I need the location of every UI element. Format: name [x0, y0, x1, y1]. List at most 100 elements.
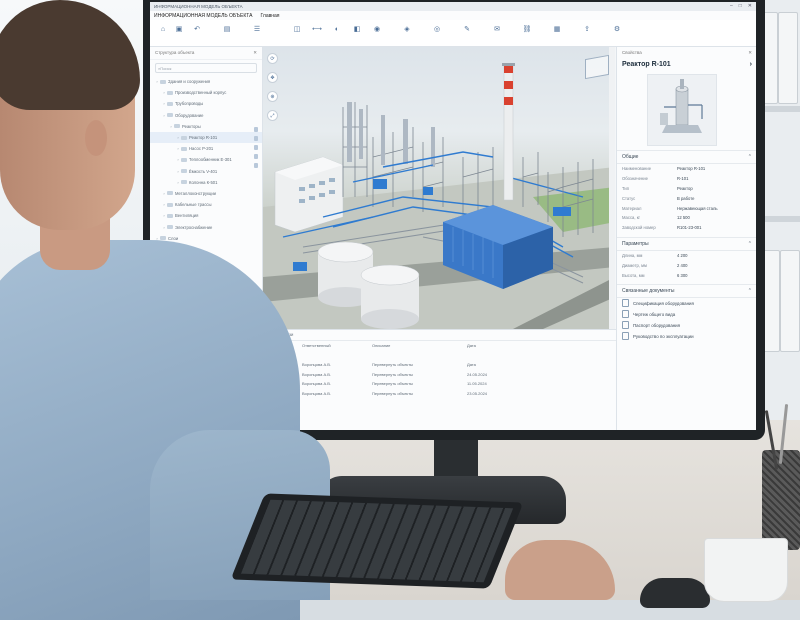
tree-item[interactable]: › Кабельные трассы	[150, 199, 262, 210]
tree-item-label: Оборудование	[175, 112, 204, 118]
undo-icon[interactable]: ↶	[190, 24, 204, 34]
tree-item-label: Трубопроводы	[175, 101, 204, 107]
person-ear	[85, 120, 107, 156]
isolate-icon[interactable]: ◧	[350, 24, 364, 34]
hide-icon[interactable]: ◐	[330, 24, 344, 34]
keyboard-keys	[240, 499, 514, 583]
folder-icon	[181, 146, 187, 151]
camera-icon[interactable]: ◎	[430, 24, 444, 34]
maximize-icon[interactable]: □	[739, 3, 742, 9]
viewport-scrollbar[interactable]	[609, 47, 615, 329]
tree-header: Структура объекта ✕	[150, 47, 262, 60]
tree-item[interactable]: › Вентиляция	[150, 210, 262, 221]
layers-icon[interactable]: ☰	[250, 24, 264, 34]
zoom-icon[interactable]: ⊕	[267, 91, 278, 102]
general-section-header[interactable]: Общие ⌃	[617, 150, 756, 164]
color-icon[interactable]: ◉	[370, 24, 384, 34]
report-icon[interactable]: ▦	[550, 24, 564, 34]
close-icon[interactable]: ✕	[748, 3, 752, 9]
viewcube-icon[interactable]	[585, 54, 609, 80]
menu-item-home[interactable]: Главная	[260, 13, 279, 19]
table-cell: 11.05.2024	[467, 381, 487, 387]
tree-item[interactable]: › Насос Р-201	[150, 143, 262, 154]
tree-item[interactable]: › Оборудование	[150, 110, 262, 121]
section-icon[interactable]: ◫	[290, 24, 304, 34]
measure-icon[interactable]: ⟷	[310, 24, 324, 34]
binder	[780, 250, 800, 352]
visibility-icon[interactable]	[254, 163, 258, 168]
related-documents: Спецификация оборудования Чертеж общего в…	[617, 298, 756, 342]
document-item[interactable]: Руководство по эксплуатации	[617, 331, 756, 342]
menu-bar: ИНФОРМАЦИОННАЯ МОДЕЛЬ ОБЪЕКТА Главная	[150, 11, 756, 20]
tree-item[interactable]: › Теплообменник Е-301	[150, 154, 262, 165]
minimize-icon[interactable]: –	[730, 3, 733, 9]
property-value: 6 300	[677, 272, 688, 278]
folder-icon	[167, 113, 173, 118]
close-icon[interactable]: ✕	[253, 50, 257, 56]
tree-item-label: Ёмкость V-401	[189, 168, 218, 174]
mouse[interactable]	[640, 578, 710, 608]
comment-icon[interactable]: ✉	[490, 24, 504, 34]
tree-search-input[interactable]: ⌕ Поиск	[155, 63, 257, 73]
folder-icon	[174, 124, 180, 129]
property-value: 2 400	[677, 262, 688, 268]
fit-icon[interactable]: ⤢	[267, 110, 278, 121]
folder-icon	[181, 135, 187, 140]
view-icon[interactable]: ◈	[400, 24, 414, 34]
document-item[interactable]: Чертеж общего вида	[617, 309, 756, 320]
plant-model-render	[263, 63, 615, 329]
keyboard[interactable]	[230, 493, 524, 589]
params-section-header[interactable]: Параметры ⌃	[617, 236, 756, 251]
save-icon[interactable]: ▣	[172, 24, 186, 34]
tree-item[interactable]: › Колонна К-501	[150, 177, 262, 188]
tree-item-label: Насос Р-201	[189, 146, 214, 152]
visibility-icon[interactable]	[254, 145, 258, 150]
select-icon[interactable]: ▤	[220, 24, 234, 34]
property-row: Масса, кг 12 500	[617, 213, 756, 223]
document-item[interactable]: Спецификация оборудования	[617, 298, 756, 309]
folder-icon	[167, 213, 173, 218]
tree-item[interactable]: › Металлоконструкции	[150, 188, 262, 199]
tree-item-label: Слои	[168, 235, 179, 241]
visibility-icon[interactable]	[254, 136, 258, 141]
docs-section-header[interactable]: Связанные документы ⌃	[617, 283, 756, 298]
settings-icon[interactable]: ⚙	[610, 24, 624, 34]
3d-viewport[interactable]: ⟳ ✥ ⊕ ⤢	[263, 47, 615, 329]
storage-tank-2	[360, 264, 420, 329]
property-value: 12 500	[677, 215, 690, 221]
tree-item[interactable]: › Производственный корпус	[150, 87, 262, 98]
property-key: Масса, кг	[622, 215, 641, 221]
table-cell: Дата	[467, 362, 476, 368]
title-bar: ИНФОРМАЦИОННАЯ МОДЕЛЬ ОБЪЕКТА – □ ✕	[150, 2, 756, 11]
menu-item-model[interactable]: ИНФОРМАЦИОННАЯ МОДЕЛЬ ОБЪЕКТА	[154, 13, 252, 19]
property-key: Наименование	[622, 166, 652, 172]
tree-item[interactable]: › Ёмкость V-401	[150, 166, 262, 177]
coffee-cup	[704, 538, 788, 602]
document-item[interactable]: Паспорт оборудования	[617, 320, 756, 331]
tree-item[interactable]: › Трубопроводы	[150, 98, 262, 109]
chimney	[502, 63, 515, 201]
properties-panel: Свойства ✕ Реактор R-101 › Общие ⌃ Наиме…	[616, 47, 756, 430]
visibility-icon[interactable]	[254, 127, 258, 132]
pin-icon[interactable]: ›	[750, 61, 752, 68]
object-title: Реактор R-101 ›	[617, 59, 756, 70]
property-row: Наименование Реактор R-101	[617, 164, 756, 174]
window-controls: – □ ✕	[730, 3, 752, 9]
export-icon[interactable]: ⇪	[580, 24, 594, 34]
table-cell: Перевернуть объекты	[372, 381, 413, 387]
pan-icon[interactable]: ✥	[267, 72, 278, 83]
markup-icon[interactable]: ✎	[460, 24, 474, 34]
close-icon[interactable]: ✕	[748, 50, 752, 56]
property-key: Диаметр, мм	[622, 262, 647, 268]
tree-item[interactable]: › Электроснабжение	[150, 221, 262, 232]
link-icon[interactable]: ⛓	[520, 24, 534, 34]
tree-item-label: Здания и сооружения	[168, 79, 211, 85]
table-cell: Воронцова А.В.	[302, 362, 331, 368]
visibility-icon[interactable]	[254, 154, 258, 159]
property-key: Высота, мм	[622, 272, 645, 278]
orbit-icon[interactable]: ⟳	[267, 53, 278, 64]
tree-item[interactable]: › Реакторы	[150, 121, 262, 132]
tree-item[interactable]: › Реактор R-101	[150, 131, 262, 144]
tree-item[interactable]: › Здания и сооружения	[150, 76, 262, 87]
home-icon[interactable]: ⌂	[156, 24, 170, 34]
